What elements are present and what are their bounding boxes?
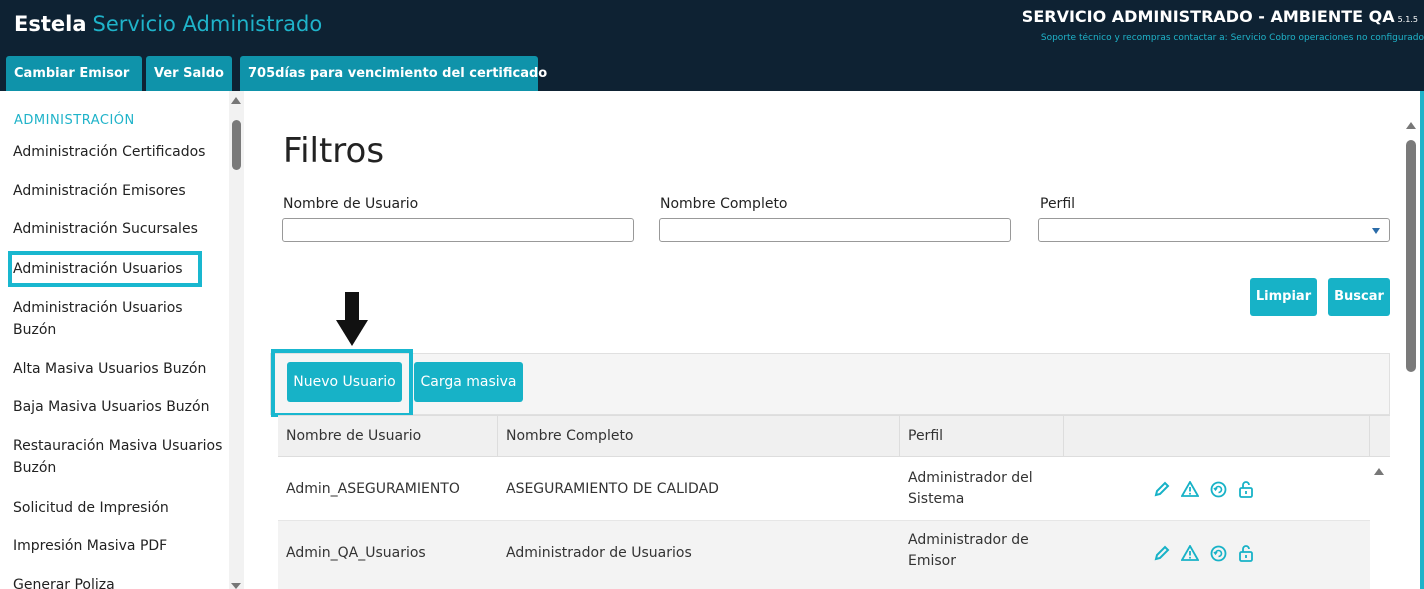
sidebar-section-title: ADMINISTRACIÓN [14, 113, 135, 128]
tabs-bar: Cambiar Emisor Ver Saldo 705días para ve… [0, 56, 1424, 91]
sidebar-item-baja-masiva[interactable]: Baja Masiva Usuarios Buzón [13, 396, 228, 418]
column-header-fullname[interactable]: Nombre Completo [498, 416, 900, 458]
clear-button[interactable]: Limpiar [1250, 278, 1317, 316]
row-username: Admin_ASEGURAMIENTO [286, 481, 460, 497]
sidebar-item-generar-poliza[interactable]: Generar Poliza [13, 574, 228, 589]
support-text: Soporte técnico y recompras contactar a:… [1040, 33, 1424, 43]
tab-ver-saldo[interactable]: Ver Saldo [146, 56, 232, 91]
search-button[interactable]: Buscar [1328, 278, 1390, 316]
sidebar-item-emisores[interactable]: Administración Emisores [13, 180, 228, 202]
row-actions [1154, 457, 1254, 521]
sidebar-scroll-thumb[interactable] [232, 120, 241, 170]
sidebar-item-restauracion-masiva[interactable]: Restauración Masiva Usuarios Buzón [13, 435, 228, 479]
profile-filter-label: Perfil [1040, 196, 1076, 212]
brand-logo: Estela Servicio Administrado [14, 12, 322, 36]
row-username: Admin_QA_Usuarios [286, 545, 426, 561]
brand-name: Estela [14, 12, 87, 36]
sidebar-scroll-down-icon[interactable] [231, 583, 241, 589]
pencil-icon[interactable] [1154, 545, 1170, 561]
app-header: Estela Servicio Administrado SERVICIO ADM… [0, 0, 1424, 56]
warning-icon[interactable] [1181, 545, 1199, 561]
brand-subtitle: Servicio Administrado [92, 12, 323, 36]
column-header-actions [1064, 416, 1370, 458]
sidebar-item-impresion-masiva[interactable]: Impresión Masiva PDF [13, 535, 228, 557]
environment-title: SERVICIO ADMINISTRADO - AMBIENTE QA 5.1.5 [1022, 7, 1418, 26]
username-filter-label: Nombre de Usuario [283, 196, 419, 212]
pencil-icon[interactable] [1154, 481, 1170, 497]
sidebar-item-certificados[interactable]: Administración Certificados [13, 141, 228, 163]
sidebar-scroll-up-icon[interactable] [231, 97, 241, 104]
environment-label: SERVICIO ADMINISTRADO - AMBIENTE QA [1021, 7, 1395, 26]
table-row: Admin_ASEGURAMIENTO ASEGURAMIENTO DE CAL… [278, 457, 1370, 521]
unlock-icon[interactable] [1238, 480, 1254, 498]
chevron-down-icon [1372, 228, 1380, 234]
username-filter-input[interactable] [282, 218, 634, 242]
sidebar-item-sucursales[interactable]: Administración Sucursales [13, 218, 228, 240]
warning-icon[interactable] [1181, 481, 1199, 497]
main-scroll-up-icon[interactable] [1406, 122, 1416, 129]
tab-certificate-expiry[interactable]: 705días para vencimiento del certificado [240, 56, 547, 91]
table-scroll-up-icon[interactable] [1374, 468, 1384, 475]
row-fullname: ASEGURAMIENTO DE CALIDAD [506, 481, 719, 497]
row-fullname: Administrador de Usuarios [506, 545, 692, 561]
sidebar-item-usuarios-buzon[interactable]: Administración Usuarios Buzón [13, 297, 228, 341]
row-profile: Administrador de Emisor [908, 532, 1029, 569]
column-header-username[interactable]: Nombre de Usuario [278, 416, 498, 458]
sidebar-item-alta-masiva[interactable]: Alta Masiva Usuarios Buzón [13, 358, 228, 380]
page-title: Filtros [283, 131, 385, 171]
selected-item-highlight [8, 251, 202, 287]
fullname-filter-input[interactable] [659, 218, 1011, 242]
fullname-filter-label: Nombre Completo [660, 196, 788, 212]
new-user-highlight [271, 349, 413, 417]
tab-cambiar-emisor[interactable]: Cambiar Emisor [6, 56, 142, 91]
column-header-profile[interactable]: Perfil [900, 416, 1064, 458]
sidebar-item-solicitud-impresion[interactable]: Solicitud de Impresión [13, 497, 228, 519]
row-actions [1154, 521, 1254, 585]
bulk-load-button[interactable]: Carga masiva [414, 362, 523, 402]
row-profile: Administrador del Sistema [908, 470, 1033, 507]
right-edge-border [1420, 91, 1424, 589]
refresh-icon[interactable] [1210, 481, 1227, 498]
table-row: Admin_QA_Usuarios Administrador de Usuar… [278, 521, 1370, 589]
arrow-down-icon [336, 292, 368, 346]
sidebar: ADMINISTRACIÓN Administración Certificad… [0, 91, 244, 589]
unlock-icon[interactable] [1238, 544, 1254, 562]
profile-filter-select[interactable] [1038, 218, 1390, 242]
refresh-icon[interactable] [1210, 545, 1227, 562]
main-scroll-thumb[interactable] [1406, 140, 1416, 372]
table-header: Nombre de Usuario Nombre Completo Perfil [278, 415, 1390, 458]
version-label: 5.1.5 [1397, 15, 1418, 24]
